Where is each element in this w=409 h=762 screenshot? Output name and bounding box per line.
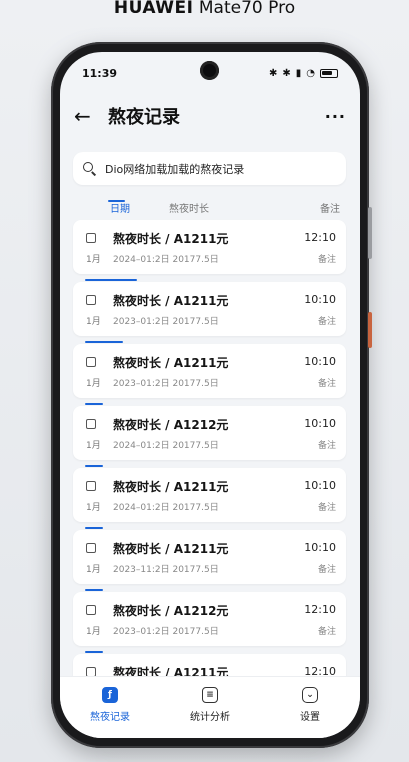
column-date[interactable]: 日期 [110, 200, 130, 215]
nav-label: 熬夜记录 [90, 712, 130, 723]
record-time: 12:10 [304, 231, 336, 244]
record-checkbox[interactable] [86, 357, 96, 367]
record-underline [85, 279, 137, 281]
page-title: 熬夜记录 [108, 107, 180, 128]
record-time: 10:10 [304, 293, 336, 306]
back-arrow-icon[interactable]: ← [74, 104, 100, 128]
brand-name: HUAWEI [113, 0, 194, 18]
record-month: 1月 [86, 379, 101, 389]
record-checkbox[interactable] [86, 419, 96, 429]
search-icon [83, 161, 97, 176]
record-month: 1月 [86, 565, 101, 575]
nav-item-night-record[interactable]: ƒ 熬夜记录 [60, 677, 160, 738]
record-underline [85, 403, 103, 405]
record-title: 熬夜时长 / A1212元 [113, 604, 229, 618]
record-card[interactable]: 熬夜时长 / A1212元 10:10 1月 2024–01:2日 20177.… [73, 406, 346, 467]
record-date: 2023–11:2日 20177.5日 [113, 565, 219, 575]
record-card[interactable]: 熬夜时长 / A1211元 10:10 1月 2023–11:2日 20177.… [73, 530, 346, 591]
record-underline [85, 651, 103, 653]
record-card[interactable]: 熬夜时长 / A1212元 12:10 1月 2023–01:2日 20177.… [73, 592, 346, 653]
record-title: 熬夜时长 / A1211元 [113, 542, 229, 556]
nav-label: 统计分析 [190, 712, 230, 723]
record-card[interactable]: 熬夜时长 / A1211元 10:10 1月 2023–01:2日 20177.… [73, 282, 346, 343]
record-note: 备注 [317, 317, 336, 327]
record-checkbox[interactable] [86, 543, 96, 553]
record-time: 10:10 [304, 541, 336, 554]
record-time: 10:10 [304, 355, 336, 368]
record-note: 备注 [317, 627, 336, 637]
record-note: 备注 [317, 503, 336, 513]
record-date: 2023–01:2日 20177.5日 [113, 317, 219, 327]
app-bar: ← 熬夜记录 ··· [60, 94, 360, 138]
device-brand: HUAWEI Mate70 Pro [0, 0, 409, 30]
record-date: 2024–01:2日 20177.5日 [113, 255, 219, 265]
record-checkbox[interactable] [86, 295, 96, 305]
night-record-icon: ƒ [102, 687, 118, 703]
record-month: 1月 [86, 441, 101, 451]
column-date-indicator [108, 200, 125, 202]
record-checkbox[interactable] [86, 481, 96, 491]
record-title: 熬夜时长 / A1211元 [113, 356, 229, 370]
column-duration[interactable]: 熬夜时长 [169, 200, 209, 215]
record-card[interactable]: 熬夜时长 / A1211元 10:10 1月 2023–01:2日 20177.… [73, 344, 346, 405]
record-underline [85, 589, 103, 591]
record-note: 备注 [317, 379, 336, 389]
record-date: 2024–01:2日 20177.5日 [113, 503, 219, 513]
record-checkbox[interactable] [86, 605, 96, 615]
settings-icon: ⌄ [302, 687, 318, 703]
record-underline [85, 341, 123, 343]
status-icons: ✱ ✱ ▮ ◔ [269, 68, 338, 79]
record-time: 10:10 [304, 417, 336, 430]
column-note[interactable]: 备注 [320, 200, 340, 215]
record-underline [85, 465, 103, 467]
search-input[interactable] [105, 162, 335, 175]
record-underline [85, 527, 103, 529]
record-time: 10:10 [304, 479, 336, 492]
bluetooth-icon: ✱ [268, 67, 278, 79]
more-icon[interactable]: ··· [325, 107, 346, 126]
record-card[interactable]: 熬夜时长 / A1211元 12:10 1月 2024–01:2日 20177.… [73, 220, 346, 281]
record-month: 1月 [86, 317, 101, 327]
record-title: 熬夜时长 / A1211元 [113, 480, 229, 494]
power-button [368, 312, 372, 348]
record-date: 2023–01:2日 20177.5日 [113, 379, 219, 389]
wifi-icon: ◔ [306, 67, 315, 79]
bottom-nav: ƒ 熬夜记录 ≡ 统计分析 ⌄ 设置 [60, 676, 360, 738]
battery-icon [320, 68, 338, 78]
record-title: 熬夜时长 / A1211元 [113, 294, 229, 308]
record-month: 1月 [86, 503, 101, 513]
phone-frame: 11:39 ✱ ✱ ▮ ◔ ← 熬夜记录 ··· 日期 熬夜时长 备注 [51, 42, 372, 748]
record-card[interactable]: 熬夜时长 / A1211元 10:10 1月 2024–01:2日 20177.… [73, 468, 346, 529]
nav-label: 设置 [300, 712, 320, 723]
status-time: 11:39 [82, 66, 118, 80]
record-title: 熬夜时长 / A1212元 [113, 418, 229, 432]
record-month: 1月 [86, 627, 101, 637]
record-date: 2023–01:2日 20177.5日 [113, 627, 219, 637]
nav-item-settings[interactable]: ⌄ 设置 [260, 677, 360, 738]
record-note: 备注 [317, 441, 336, 451]
record-checkbox[interactable] [86, 233, 96, 243]
signal-icon: ▮ [295, 67, 302, 79]
volume-button [368, 207, 372, 259]
front-camera [200, 61, 219, 80]
model-name: Mate70 Pro [198, 0, 296, 18]
record-note: 备注 [317, 565, 336, 575]
stats-icon: ≡ [202, 687, 218, 703]
nav-item-stats[interactable]: ≡ 统计分析 [160, 677, 260, 738]
nfc-icon: ✱ [282, 67, 291, 79]
record-title: 熬夜时长 / A1211元 [113, 232, 229, 246]
record-date: 2024–01:2日 20177.5日 [113, 441, 219, 451]
column-headers: 日期 熬夜时长 备注 [60, 196, 360, 220]
phone-screen: 11:39 ✱ ✱ ▮ ◔ ← 熬夜记录 ··· 日期 熬夜时长 备注 [60, 52, 360, 738]
record-note: 备注 [317, 255, 336, 265]
search-bar[interactable] [73, 152, 346, 185]
record-time: 12:10 [304, 603, 336, 616]
record-month: 1月 [86, 255, 101, 265]
